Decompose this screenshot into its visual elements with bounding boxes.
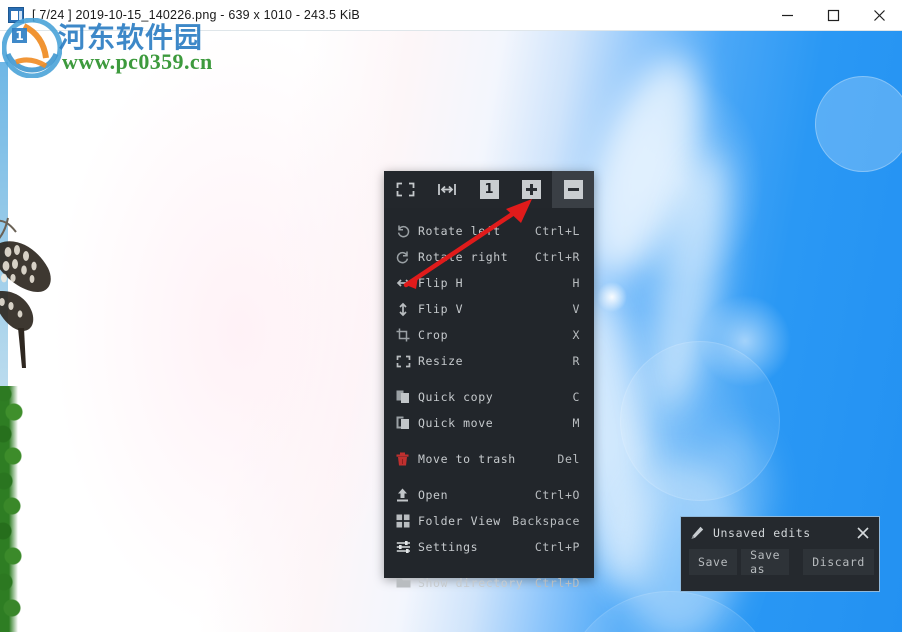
menu-item-crop[interactable]: Crop X: [384, 322, 594, 348]
menu-item-shortcut: C: [572, 390, 580, 404]
menu-item-label: Open: [418, 488, 449, 502]
save-as-button[interactable]: Save as: [741, 548, 790, 576]
menu-item-flip-v[interactable]: Flip V V: [384, 296, 594, 322]
menu-item-rotate-right[interactable]: Rotate right Ctrl+R: [384, 244, 594, 270]
quick-move-icon: [396, 416, 418, 430]
image-viewer-window: 1 河东软件园 www.pc0359.cn [ 7/24 ] 2019-10-1…: [0, 0, 902, 632]
menu-item-label: Folder View: [418, 514, 501, 528]
rotate-right-icon: [396, 250, 418, 264]
dialog-buttons: Save Save as Discard: [681, 548, 879, 576]
fit-width-icon: [438, 184, 456, 195]
dialog-close-button[interactable]: [853, 523, 873, 543]
show-directory-icon: [396, 577, 418, 589]
menu-item-resize[interactable]: Resize R: [384, 348, 594, 374]
title-bar: [ 7/24 ] 2019-10-15_140226.png - 639 x 1…: [0, 0, 902, 31]
minus-icon: [563, 180, 583, 199]
fit-screen-icon: [396, 182, 414, 197]
menu-item-shortcut: X: [572, 328, 580, 342]
fit-to-width-button[interactable]: [426, 171, 468, 208]
menu-item-label: Crop: [418, 328, 449, 342]
menu-item-move-to-trash[interactable]: Move to trash Del: [384, 446, 594, 472]
menu-item-label: Move to trash: [418, 452, 516, 466]
menu-item-settings[interactable]: Settings Ctrl+P: [384, 534, 594, 560]
menu-item-open[interactable]: Open Ctrl+O: [384, 482, 594, 508]
zoom-100-glyph: 1: [479, 180, 499, 199]
context-menu: 1 Rotate left Ctrl+L Rotate right Ctrl+R…: [384, 171, 594, 590]
settings-icon: [396, 540, 418, 554]
menu-item-shortcut: R: [572, 354, 580, 368]
trash-icon: [396, 452, 418, 466]
menu-item-shortcut: M: [572, 416, 580, 430]
menu-item-shortcut: H: [572, 276, 580, 290]
menu-item-quick-copy[interactable]: Quick copy C: [384, 384, 594, 410]
menu-item-shortcut: Ctrl+L: [534, 224, 580, 238]
menu-item-show-directory[interactable]: Show directory Ctrl+D: [384, 570, 594, 596]
menu-item-label: Flip V: [418, 302, 464, 316]
menu-item-folder-view[interactable]: Folder View Backspace: [384, 508, 594, 534]
menu-spacer: [384, 560, 594, 570]
zoom-toolbar: 1: [384, 171, 594, 208]
close-button[interactable]: [856, 0, 902, 31]
window-controls: [764, 0, 902, 31]
zoom-100-button[interactable]: 1: [468, 171, 510, 208]
menu-item-shortcut: Ctrl+R: [534, 250, 580, 264]
plus-icon: [521, 180, 541, 199]
maximize-button[interactable]: [810, 0, 856, 31]
menu-item-label: Quick copy: [418, 390, 494, 404]
menu-item-shortcut: Ctrl+P: [534, 540, 580, 554]
menu-item-shortcut: Ctrl+O: [534, 488, 580, 502]
window-title: [ 7/24 ] 2019-10-15_140226.png - 639 x 1…: [32, 8, 360, 22]
menu-item-label: Show directory: [418, 576, 524, 590]
crop-icon: [396, 328, 418, 342]
menu-item-shortcut: Backspace: [512, 514, 580, 528]
menu-item-shortcut: Ctrl+D: [534, 576, 580, 590]
rotate-left-icon: [396, 224, 418, 238]
minimize-button[interactable]: [764, 0, 810, 31]
menu-item-label: Rotate left: [418, 224, 501, 238]
menu-item-rotate-left[interactable]: Rotate left Ctrl+L: [384, 218, 594, 244]
menu-item-label: Flip H: [418, 276, 464, 290]
zoom-in-button[interactable]: [510, 171, 552, 208]
menu-spacer: [384, 208, 594, 218]
menu-item-shortcut: V: [572, 302, 580, 316]
foliage: [0, 386, 26, 632]
menu-item-label: Rotate right: [418, 250, 509, 264]
zoom-out-button[interactable]: [552, 171, 594, 208]
menu-item-label: Resize: [418, 354, 464, 368]
lens-flare: [560, 591, 780, 632]
menu-item-label: Settings: [418, 540, 479, 554]
discard-button[interactable]: Discard: [803, 549, 874, 575]
menu-item-shortcut: Del: [557, 452, 580, 466]
pencil-icon: [690, 526, 706, 540]
lens-flare: [815, 76, 902, 172]
menu-spacer: [384, 374, 594, 384]
menu-spacer: [384, 436, 594, 446]
unsaved-edits-dialog: Unsaved edits Save Save as Discard: [680, 516, 880, 592]
menu-item-flip-h[interactable]: Flip H H: [384, 270, 594, 296]
save-button[interactable]: Save: [689, 549, 738, 575]
menu-spacer: [384, 472, 594, 482]
flip-horizontal-icon: [396, 276, 418, 290]
fit-to-window-button[interactable]: [384, 171, 426, 208]
menu-item-quick-move[interactable]: Quick move M: [384, 410, 594, 436]
folder-view-icon: [396, 514, 418, 528]
menu-item-label: Quick move: [418, 416, 494, 430]
lens-flare: [620, 341, 780, 501]
cloud-streak: [637, 147, 743, 415]
app-icon: [8, 7, 24, 23]
resize-icon: [396, 355, 418, 368]
quick-copy-icon: [396, 390, 418, 404]
open-icon: [396, 488, 418, 502]
dialog-title: Unsaved edits: [713, 526, 811, 540]
dialog-header: Unsaved edits: [681, 517, 879, 549]
flip-vertical-icon: [396, 302, 418, 317]
butterfly: [0, 217, 51, 368]
